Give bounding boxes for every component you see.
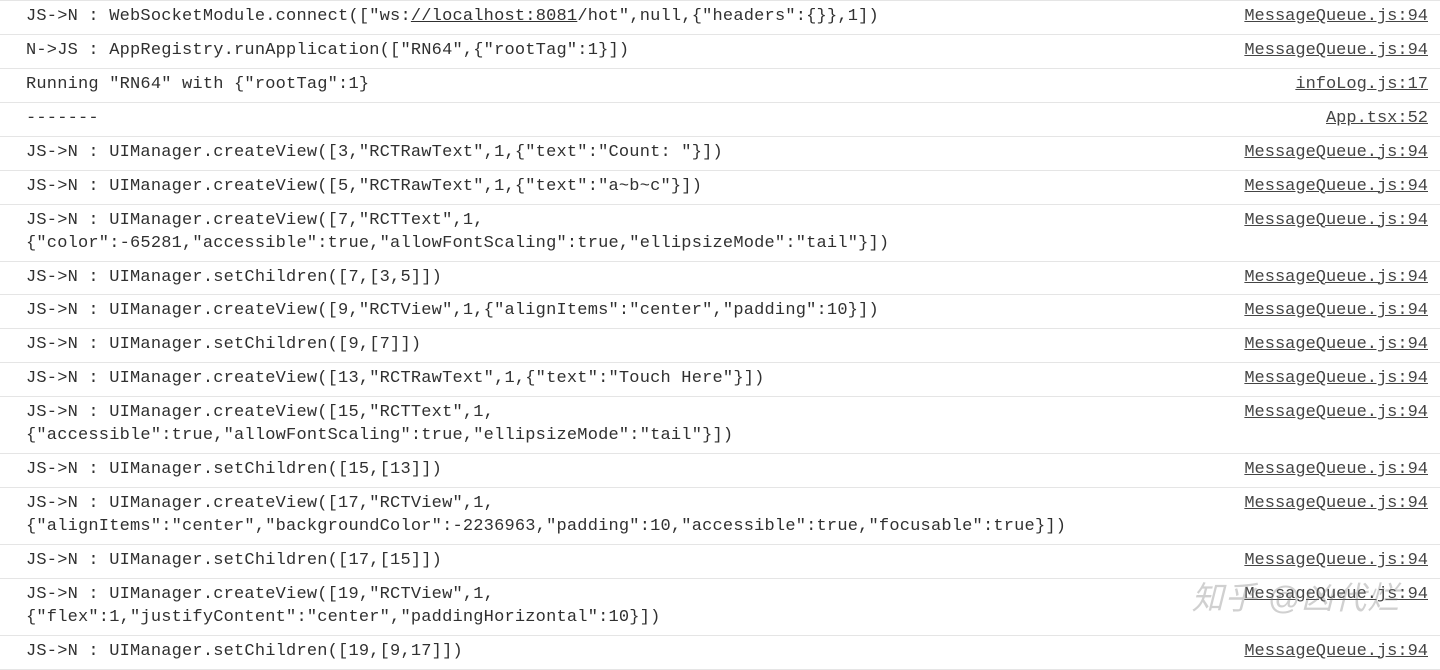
log-message: JS->N : UIManager.createView([13,"RCTRaw… bbox=[26, 368, 1228, 391]
console-log-row[interactable]: ------- App.tsx:52 bbox=[0, 103, 1440, 137]
log-message: N->JS : AppRegistry.runApplication(["RN6… bbox=[26, 40, 1228, 63]
log-source-link[interactable]: MessageQueue.js:94 bbox=[1244, 493, 1428, 516]
log-message: ------- bbox=[26, 108, 1310, 131]
console-log-list: JS->N : WebSocketModule.connect(["ws://l… bbox=[0, 0, 1440, 670]
log-message: JS->N : UIManager.createView([15,"RCTTex… bbox=[26, 402, 1228, 448]
log-source-link[interactable]: MessageQueue.js:94 bbox=[1244, 550, 1428, 573]
log-message: JS->N : UIManager.createView([5,"RCTRawT… bbox=[26, 176, 1228, 199]
console-log-row[interactable]: Running "RN64" with {"rootTag":1} infoLog… bbox=[0, 69, 1440, 103]
console-log-row[interactable]: N->JS : AppRegistry.runApplication(["RN6… bbox=[0, 35, 1440, 69]
log-message: JS->N : UIManager.createView([3,"RCTRawT… bbox=[26, 142, 1228, 165]
log-source-link[interactable]: MessageQueue.js:94 bbox=[1244, 300, 1428, 323]
log-source-link[interactable]: MessageQueue.js:94 bbox=[1244, 267, 1428, 290]
console-log-row[interactable]: JS->N : UIManager.createView([17,"RCTVie… bbox=[0, 488, 1440, 545]
log-message: JS->N : UIManager.createView([19,"RCTVie… bbox=[26, 584, 1228, 630]
log-message: JS->N : UIManager.setChildren([7,[3,5]]) bbox=[26, 267, 1228, 290]
log-source-link[interactable]: MessageQueue.js:94 bbox=[1244, 40, 1428, 63]
log-source-link[interactable]: MessageQueue.js:94 bbox=[1244, 142, 1428, 165]
console-log-row[interactable]: JS->N : UIManager.createView([9,"RCTView… bbox=[0, 295, 1440, 329]
console-log-row[interactable]: JS->N : UIManager.createView([15,"RCTTex… bbox=[0, 397, 1440, 454]
console-log-row[interactable]: JS->N : UIManager.setChildren([9,[7]]) Me… bbox=[0, 329, 1440, 363]
console-log-row[interactable]: JS->N : UIManager.setChildren([19,[9,17]… bbox=[0, 636, 1440, 670]
console-log-row[interactable]: JS->N : WebSocketModule.connect(["ws://l… bbox=[0, 0, 1440, 35]
log-message: JS->N : UIManager.createView([17,"RCTVie… bbox=[26, 493, 1228, 539]
log-source-link[interactable]: MessageQueue.js:94 bbox=[1244, 6, 1428, 29]
console-log-row[interactable]: JS->N : UIManager.createView([7,"RCTText… bbox=[0, 205, 1440, 262]
log-source-link[interactable]: MessageQueue.js:94 bbox=[1244, 210, 1428, 233]
log-source-link[interactable]: MessageQueue.js:94 bbox=[1244, 584, 1428, 607]
log-url[interactable]: //localhost:8081 bbox=[411, 7, 577, 26]
console-log-row[interactable]: JS->N : UIManager.setChildren([15,[13]])… bbox=[0, 454, 1440, 488]
console-log-row[interactable]: JS->N : UIManager.createView([3,"RCTRawT… bbox=[0, 137, 1440, 171]
log-source-link[interactable]: MessageQueue.js:94 bbox=[1244, 368, 1428, 391]
log-source-link[interactable]: MessageQueue.js:94 bbox=[1244, 176, 1428, 199]
log-message: JS->N : UIManager.createView([7,"RCTText… bbox=[26, 210, 1228, 256]
log-message: JS->N : UIManager.setChildren([9,[7]]) bbox=[26, 334, 1228, 357]
console-log-row[interactable]: JS->N : UIManager.createView([19,"RCTVie… bbox=[0, 579, 1440, 636]
console-log-row[interactable]: JS->N : UIManager.setChildren([17,[15]])… bbox=[0, 545, 1440, 579]
log-message: Running "RN64" with {"rootTag":1} bbox=[26, 74, 1279, 97]
console-log-row[interactable]: JS->N : UIManager.setChildren([7,[3,5]])… bbox=[0, 262, 1440, 296]
log-source-link[interactable]: MessageQueue.js:94 bbox=[1244, 459, 1428, 482]
console-log-row[interactable]: JS->N : UIManager.createView([5,"RCTRawT… bbox=[0, 171, 1440, 205]
log-message: JS->N : UIManager.createView([9,"RCTView… bbox=[26, 300, 1228, 323]
log-source-link[interactable]: MessageQueue.js:94 bbox=[1244, 641, 1428, 664]
log-message: JS->N : WebSocketModule.connect(["ws://l… bbox=[26, 6, 1228, 29]
log-message: JS->N : UIManager.setChildren([15,[13]]) bbox=[26, 459, 1228, 482]
log-message: JS->N : UIManager.setChildren([17,[15]]) bbox=[26, 550, 1228, 573]
log-source-link[interactable]: MessageQueue.js:94 bbox=[1244, 402, 1428, 425]
log-source-link[interactable]: App.tsx:52 bbox=[1326, 108, 1428, 131]
log-message: JS->N : UIManager.setChildren([19,[9,17]… bbox=[26, 641, 1228, 664]
log-source-link[interactable]: infoLog.js:17 bbox=[1295, 74, 1428, 97]
console-log-row[interactable]: JS->N : UIManager.createView([13,"RCTRaw… bbox=[0, 363, 1440, 397]
log-source-link[interactable]: MessageQueue.js:94 bbox=[1244, 334, 1428, 357]
